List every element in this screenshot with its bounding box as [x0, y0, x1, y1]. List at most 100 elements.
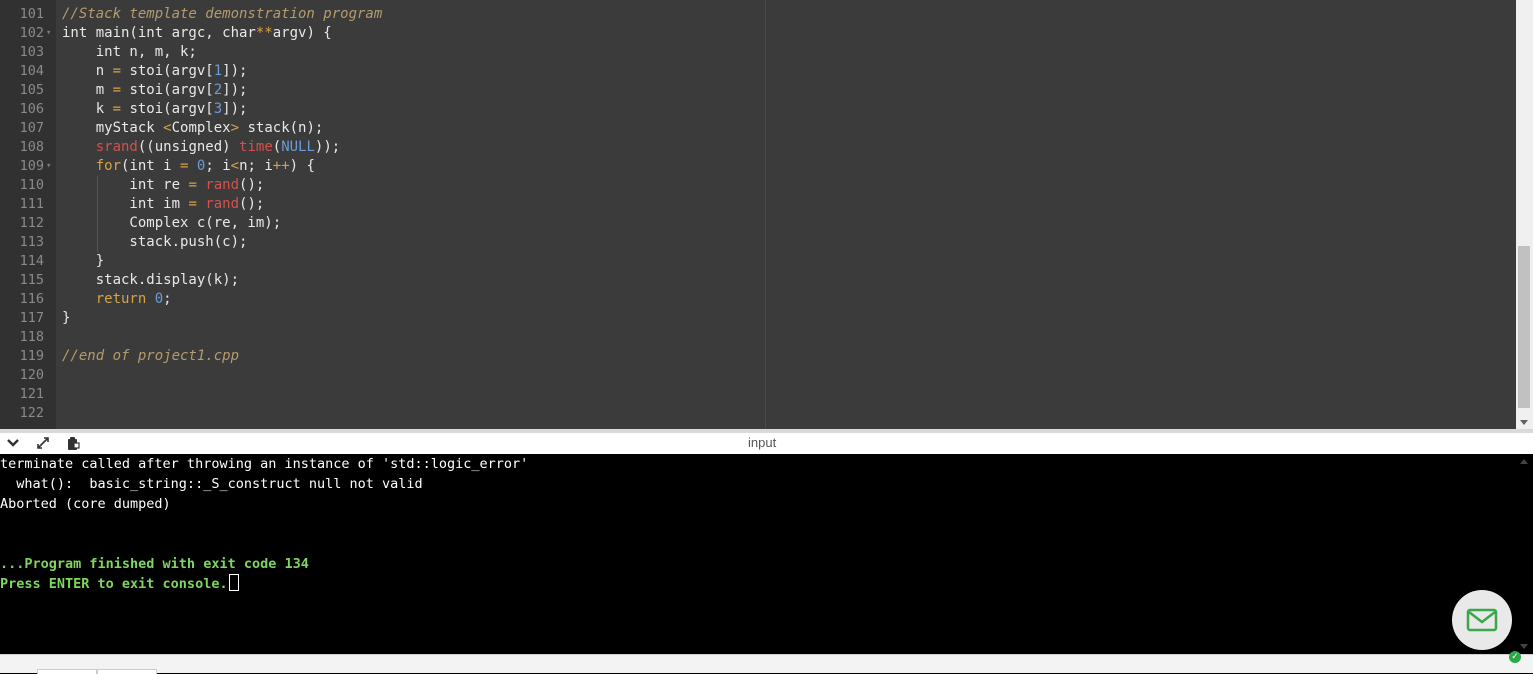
code-text: int re = rand(); [62, 176, 264, 195]
code-token: rand [205, 177, 240, 193]
line-number: 114 [19, 253, 44, 269]
code-token: = [112, 82, 122, 98]
code-text: Complex c(re, im); [62, 214, 281, 233]
console-line-text: Aborted (core dumped) [0, 496, 171, 512]
code-line[interactable]: 121 [0, 385, 1460, 404]
code-line[interactable]: 104 n = stoi(argv[1]); [0, 62, 1460, 81]
expand-icon[interactable] [34, 435, 52, 451]
code-token: int im [62, 196, 189, 212]
code-line[interactable]: 120 [0, 366, 1460, 385]
console-line: Aborted (core dumped) [0, 494, 171, 514]
code-token: n; i [239, 158, 273, 174]
code-line[interactable]: 119 //end of project1.cpp [0, 347, 1460, 366]
code-text: int im = rand(); [62, 195, 264, 214]
code-token: ** [255, 25, 273, 41]
code-text: } [62, 309, 70, 328]
code-token: argv) { [272, 25, 332, 41]
code-token: stack.push(c); [62, 234, 248, 250]
code-token: //Stack template demonstration program [62, 6, 383, 22]
code-line[interactable]: 101 //Stack template demonstration progra… [0, 5, 1460, 24]
code-line[interactable]: 105 m = stoi(argv[2]); [0, 81, 1460, 100]
code-token: > [230, 120, 240, 136]
code-line[interactable]: 122 [0, 404, 1460, 423]
code-line[interactable]: 117} [0, 309, 1460, 328]
code-token: m [62, 82, 113, 98]
code-line[interactable]: 113 stack.push(c); [0, 233, 1460, 252]
code-line[interactable]: 103 int n, m, k; [0, 43, 1460, 62]
code-token: ]); [222, 82, 248, 98]
code-text: //end of project1.cpp [62, 347, 239, 366]
console-line-text: what(): basic_string::_S_construct null … [0, 476, 423, 492]
line-number: 102 [19, 25, 44, 41]
console-line: Press ENTER to exit console. [0, 574, 239, 594]
code-line[interactable]: 110 int re = rand(); [0, 176, 1460, 195]
code-token: ]); [222, 101, 248, 117]
fold-arrow-icon[interactable]: ▾ [46, 157, 51, 176]
code-line[interactable]: 116 return 0; [0, 290, 1460, 309]
line-number: 122 [19, 405, 44, 421]
code-token: myStack [62, 120, 164, 136]
code-text: k = stoi(argv[3]); [62, 100, 248, 119]
code-token: = [188, 177, 197, 193]
code-line[interactable]: 114 } [0, 252, 1460, 271]
editor-scrollbar-thumb[interactable] [1518, 246, 1530, 408]
code-line[interactable]: 107 myStack <Complex> stack(n); [0, 119, 1460, 138]
code-line[interactable]: 109 ▾ for(int i = 0; i<n; i++) { [0, 157, 1460, 176]
code-token: ; i [205, 158, 231, 174]
line-number: 115 [19, 272, 44, 288]
indent-guide [97, 176, 98, 252]
text-cursor [228, 574, 239, 591]
console-line-text: Press ENTER to exit console. [0, 576, 228, 592]
code-token: < [163, 120, 172, 136]
code-line[interactable]: 102 ▾ int main(int argc, char**argv) { [0, 24, 1460, 43]
code-line[interactable]: 118 [0, 328, 1460, 347]
code-token: 2 [213, 82, 223, 98]
code-line[interactable]: 111 int im = rand(); [0, 195, 1460, 214]
scroll-up-arrow-icon[interactable] [1520, 459, 1528, 464]
code-token: srand [95, 139, 138, 155]
code-token: for [95, 158, 122, 174]
console-line: what(): basic_string::_S_construct null … [0, 474, 423, 494]
fold-arrow-icon[interactable]: ▾ [46, 24, 51, 43]
line-number: 116 [19, 291, 44, 307]
code-line[interactable]: 115 stack.display(k); [0, 271, 1460, 290]
code-text: myStack <Complex> stack(n); [62, 119, 324, 138]
console-scrollbar[interactable] [1516, 454, 1533, 654]
console-output[interactable]: terminate called after throwing an insta… [0, 454, 1516, 654]
code-text: srand((unsigned) time(NULL)); [62, 138, 340, 157]
line-number: 110 [19, 177, 44, 193]
code-editor[interactable]: 101 //Stack template demonstration progra… [0, 0, 1533, 429]
code-text: return 0; [62, 290, 172, 309]
line-number: 104 [19, 63, 44, 79]
editor-scrollbar[interactable] [1516, 0, 1533, 429]
code-token: n [62, 63, 113, 79]
code-text: //Stack template demonstration program [62, 5, 382, 24]
scroll-down-arrow-icon[interactable] [1520, 420, 1528, 425]
code-token: 0 [154, 291, 164, 307]
line-number: 117 [19, 310, 44, 326]
bottom-tab-strip [0, 654, 1533, 674]
code-line[interactable]: 108 srand((unsigned) time(NULL)); [0, 138, 1460, 157]
code-line[interactable]: 112 Complex c(re, im); [0, 214, 1460, 233]
scroll-down-arrow-icon[interactable] [1520, 644, 1528, 649]
code-token: } [62, 253, 105, 269]
code-token: stoi(argv[ [121, 82, 214, 98]
code-token: int re [62, 177, 189, 193]
line-number: 118 [19, 329, 44, 345]
chevron-down-icon[interactable] [4, 435, 22, 451]
code-token: ; [163, 291, 172, 307]
line-number: 121 [19, 386, 44, 402]
code-token: 1 [213, 63, 223, 79]
code-token: = [112, 101, 122, 117]
line-number: 108 [19, 139, 44, 155]
code-line[interactable]: 106 k = stoi(argv[3]); [0, 100, 1460, 119]
mail-button[interactable] [1452, 590, 1512, 650]
code-token: k [62, 101, 113, 117]
code-token: )); [314, 139, 341, 155]
clipboard-icon[interactable] [64, 435, 82, 451]
code-token: < [230, 158, 240, 174]
